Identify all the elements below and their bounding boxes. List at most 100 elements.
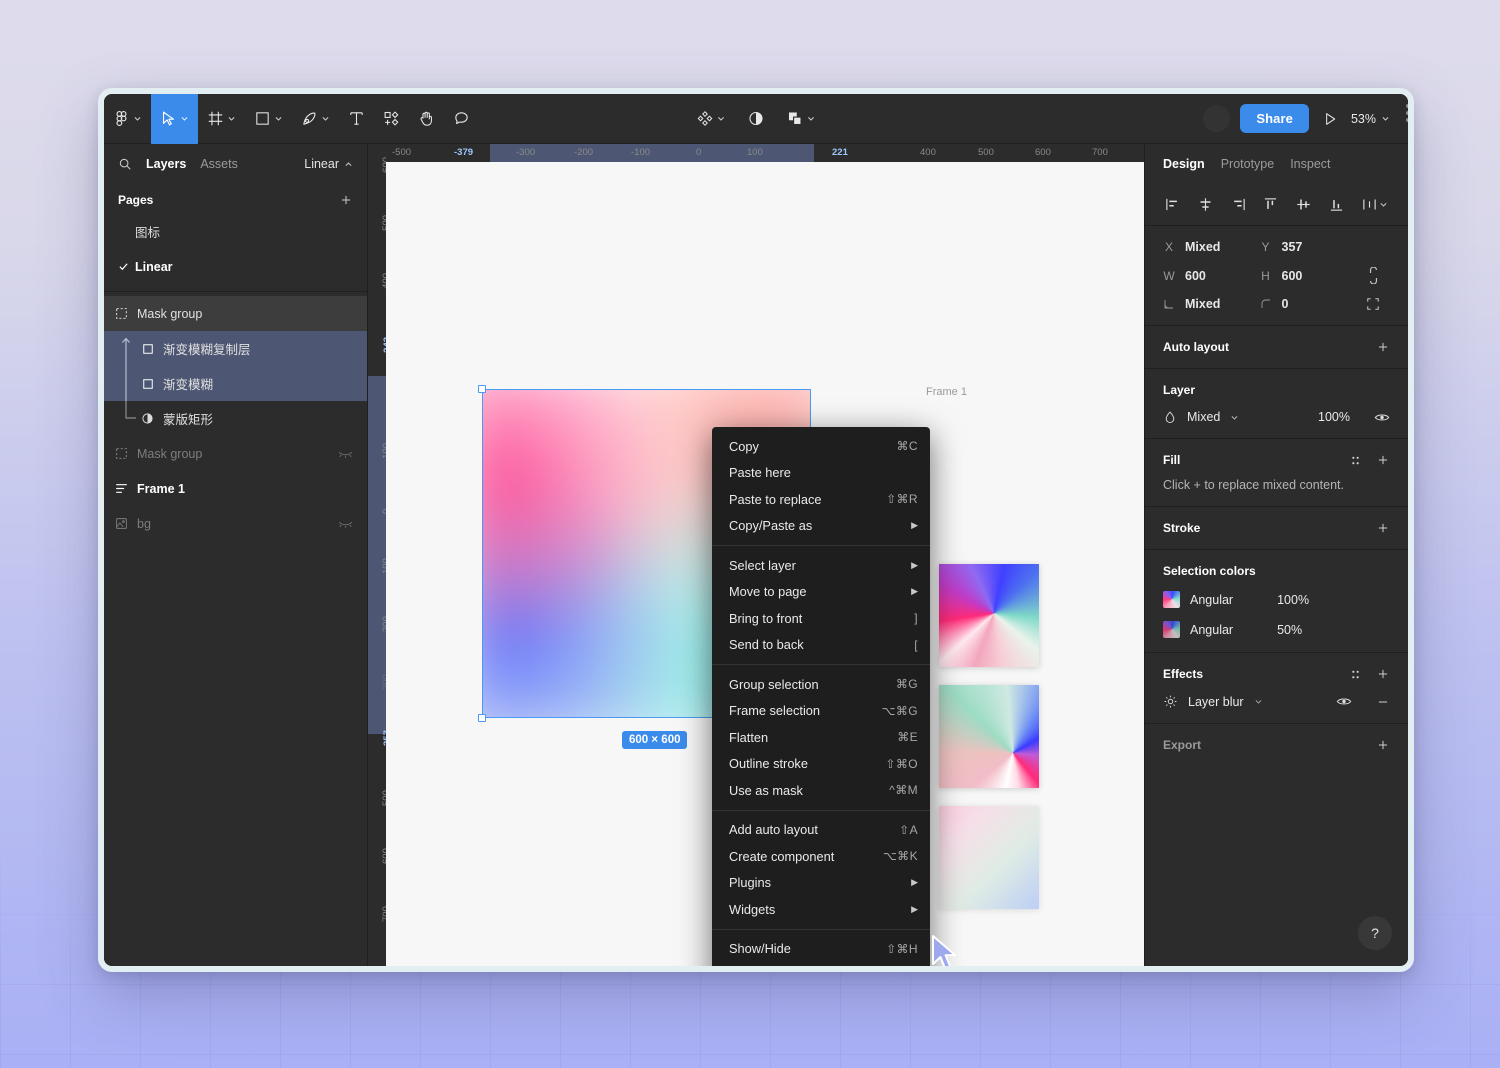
align-bottom-icon[interactable] (1329, 197, 1344, 212)
eye-off-icon[interactable] (338, 448, 353, 460)
tab-assets[interactable]: Assets (200, 157, 238, 171)
frame-tool-icon[interactable] (198, 94, 245, 144)
color-swatch[interactable] (1163, 621, 1180, 638)
search-icon[interactable] (118, 157, 132, 171)
layer-row-mask-group-1[interactable]: Mask group (104, 296, 367, 331)
context-menu-item-frame-selection[interactable]: Frame selection ⌥⌘G (712, 698, 930, 725)
document-name-dropdown[interactable]: Linear (304, 157, 353, 171)
add-export-button[interactable] (1376, 738, 1390, 752)
frame-label[interactable]: Frame 1 (926, 386, 967, 398)
tab-design[interactable]: Design (1163, 157, 1205, 171)
context-menu-item-use-as-mask[interactable]: Use as mask ^⌘M (712, 777, 930, 804)
x-field[interactable]: X Mixed (1163, 240, 1260, 254)
context-menu-item-select-layer[interactable]: Select layer ▶ (712, 552, 930, 579)
tab-inspect[interactable]: Inspect (1290, 157, 1330, 171)
layer-row-bg[interactable]: bg (104, 506, 367, 541)
window-resize-handle[interactable] (1406, 104, 1410, 122)
context-menu-item-group-selection[interactable]: Group selection ⌘G (712, 671, 930, 698)
canvas-area[interactable]: -500 -379 -300 -200 -100 0 100 221 400 5… (368, 144, 1144, 966)
comment-tool-icon[interactable] (444, 94, 479, 144)
layer-row-mask-rectangle[interactable]: 蒙版矩形 (104, 401, 367, 436)
avatar[interactable] (1203, 105, 1230, 132)
artboard-angular-gradient-1[interactable] (939, 564, 1039, 667)
horizontal-ruler[interactable]: -500 -379 -300 -200 -100 0 100 221 400 5… (368, 144, 1144, 162)
selection-color-row[interactable]: Angular 50% (1163, 621, 1390, 638)
help-button[interactable]: ? (1358, 916, 1392, 950)
independent-corners-icon[interactable] (1356, 297, 1390, 311)
width-field[interactable]: W 600 (1163, 269, 1260, 283)
layer-row-gradient-blur-copy[interactable]: 渐变模糊复制层 (104, 331, 367, 366)
add-effect-button[interactable] (1376, 667, 1390, 681)
add-auto-layout-button[interactable] (1376, 340, 1390, 354)
fill-styles-icon[interactable] (1349, 454, 1362, 467)
page-item-icons[interactable]: 图标 (104, 214, 367, 249)
blend-mode-value[interactable]: Mixed (1187, 410, 1220, 424)
vertical-ruler[interactable]: -600 -500 -400 -243 -100 0 100 200 300 3… (368, 144, 386, 966)
constrain-proportions-icon[interactable] (1356, 267, 1390, 284)
context-menu-item-outline-stroke[interactable]: Outline stroke ⇧⌘O (712, 751, 930, 778)
tab-prototype[interactable]: Prototype (1221, 157, 1275, 171)
text-tool-icon[interactable] (339, 94, 374, 144)
layer-opacity-value[interactable]: 100% (1318, 410, 1350, 424)
eye-off-icon[interactable] (338, 518, 353, 530)
share-button[interactable]: Share (1240, 104, 1309, 133)
boolean-union-icon[interactable] (778, 94, 825, 144)
selection-color-row[interactable]: Angular 100% (1163, 591, 1390, 608)
move-tool-icon[interactable] (151, 94, 198, 144)
align-vertical-center-icon[interactable] (1296, 197, 1311, 212)
hand-tool-icon[interactable] (409, 94, 444, 144)
context-menu-item-create-component[interactable]: Create component ⌥⌘K (712, 843, 930, 870)
context-menu[interactable]: Copy ⌘C Paste here Paste to replace ⇧⌘R … (712, 427, 930, 972)
context-menu-item-add-auto-layout[interactable]: Add auto layout ⇧A (712, 817, 930, 844)
add-stroke-button[interactable] (1376, 521, 1390, 535)
context-menu-item-send-to-back[interactable]: Send to back [ (712, 632, 930, 659)
mask-contrast-icon[interactable] (739, 94, 774, 144)
effect-visibility-eye-icon[interactable] (1336, 695, 1352, 708)
layer-row-mask-group-2[interactable]: Mask group (104, 436, 367, 471)
color-swatch[interactable] (1163, 591, 1180, 608)
artboard-blurred-gradient[interactable] (939, 806, 1039, 909)
remove-effect-icon[interactable] (1376, 695, 1390, 709)
chevron-down-icon[interactable] (1254, 697, 1263, 706)
artboard-angular-gradient-2[interactable] (939, 685, 1039, 788)
context-menu-item-paste-here[interactable]: Paste here (712, 460, 930, 487)
align-top-icon[interactable] (1263, 197, 1278, 212)
add-fill-button[interactable] (1376, 453, 1390, 467)
context-menu-item-plugins[interactable]: Plugins ▶ (712, 870, 930, 897)
play-icon[interactable] (1319, 108, 1341, 130)
effects-styles-icon[interactable] (1349, 668, 1362, 681)
eye-icon[interactable] (1374, 411, 1390, 424)
context-menu-item-paste-to-replace[interactable]: Paste to replace ⇧⌘R (712, 486, 930, 513)
zoom-level-control[interactable]: 53% (1351, 112, 1390, 126)
corner-radius-field[interactable]: 0 (1260, 297, 1357, 311)
context-menu-item-lock-unlock[interactable]: Lock/Unlock ⇧⌘L (712, 962, 930, 972)
selection-handle-bottom-left[interactable] (478, 714, 486, 722)
context-menu-item-bring-to-front[interactable]: Bring to front ] (712, 605, 930, 632)
context-menu-item-copy-paste-as[interactable]: Copy/Paste as ▶ (712, 513, 930, 540)
distribute-icon[interactable] (1362, 197, 1388, 212)
selection-color-opacity[interactable]: 100% (1277, 593, 1309, 607)
pen-tool-icon[interactable] (292, 94, 339, 144)
align-left-icon[interactable] (1165, 197, 1180, 212)
context-menu-item-show-hide[interactable]: Show/Hide ⇧⌘H (712, 936, 930, 963)
effect-blur-icon[interactable] (1163, 694, 1178, 709)
align-right-icon[interactable] (1231, 197, 1246, 212)
component-icon[interactable] (688, 94, 735, 144)
context-menu-item-flatten[interactable]: Flatten ⌘E (712, 724, 930, 751)
figma-menu-icon[interactable] (104, 94, 151, 144)
add-page-button[interactable] (339, 193, 353, 207)
context-menu-item-move-to-page[interactable]: Move to page ▶ (712, 579, 930, 606)
shape-tool-icon[interactable] (245, 94, 292, 144)
selection-handle-top-left[interactable] (478, 385, 486, 393)
align-horizontal-center-icon[interactable] (1198, 197, 1213, 212)
layer-row-gradient-blur[interactable]: 渐变模糊 (104, 366, 367, 401)
rotation-field[interactable]: Mixed (1163, 297, 1260, 311)
context-menu-item-copy[interactable]: Copy ⌘C (712, 433, 930, 460)
layer-row-frame-1[interactable]: Frame 1 (104, 471, 367, 506)
tab-layers[interactable]: Layers (146, 157, 186, 171)
page-item-linear[interactable]: Linear (104, 249, 367, 284)
context-menu-item-widgets[interactable]: Widgets ▶ (712, 896, 930, 923)
selection-color-opacity[interactable]: 50% (1277, 623, 1302, 637)
y-field[interactable]: Y 357 (1260, 240, 1357, 254)
chevron-down-icon[interactable] (1230, 413, 1239, 422)
